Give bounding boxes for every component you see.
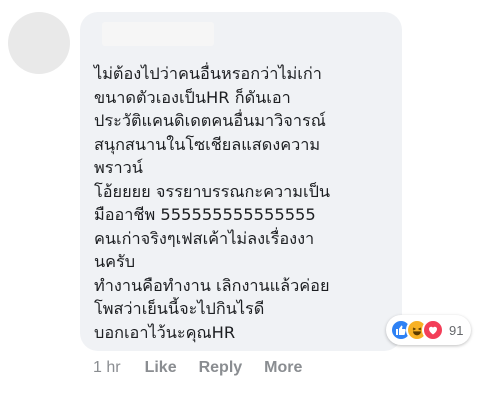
comment-actions: 1 hr Like Reply More [93,359,324,377]
comment-bubble: ไม่ต้องไปว่าคนอื่นหรอกว่าไม่เก่า ขนาดตัว… [80,12,402,351]
more-button[interactable]: More [264,359,302,377]
comment-text: ไม่ต้องไปว่าคนอื่นหรอกว่าไม่เก่า ขนาดตัว… [94,64,331,342]
love-icon [422,319,444,341]
avatar[interactable] [8,12,70,74]
like-button[interactable]: Like [145,359,177,377]
reply-button[interactable]: Reply [199,359,243,377]
reaction-count: 91 [449,322,464,338]
redacted-author-name[interactable] [102,22,214,46]
reactions-summary[interactable]: 91 [386,315,472,345]
timestamp[interactable]: 1 hr [93,359,121,377]
